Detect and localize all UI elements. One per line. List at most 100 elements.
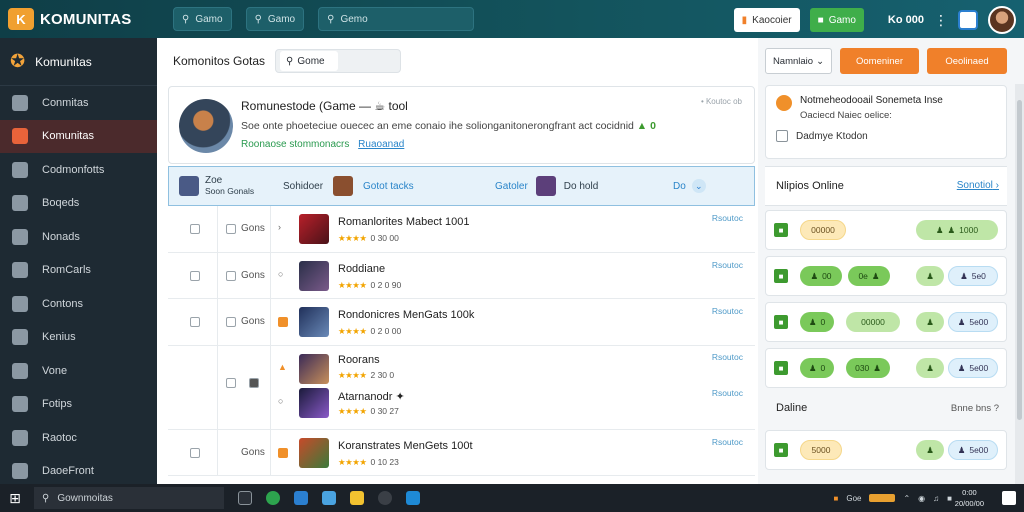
row-tag[interactable]: Rsoutoc [712,352,743,362]
play-button[interactable]: ■ Gamo [809,8,864,32]
app-icon-blue[interactable] [294,491,308,505]
notice-checkbox[interactable]: Dadmye Ktodon [776,130,868,142]
sidebar-item-romcarls[interactable]: RomCarls [0,254,157,288]
game-thumbnail[interactable] [299,307,329,337]
task-view-icon[interactable] [238,491,252,505]
sidebar-item-komunitas[interactable]: Komunitas [0,119,157,153]
app-icon-green[interactable] [266,491,280,505]
comment-button[interactable]: Oomeniner [840,48,919,74]
table-row[interactable]: Gons Rondonicres MenGats 100k ★★★★ 0 2 0 … [168,299,755,346]
row-tag[interactable]: Rsoutoc [712,260,743,270]
sidebar-item-kenius[interactable]: Kenius [0,321,157,355]
row-tag[interactable]: Rsoutoc [712,437,743,447]
sidebar-item-fotips[interactable]: Fotips [0,388,157,422]
sidebar-item-nonads[interactable]: Nonads [0,220,157,254]
game-thumbnail[interactable] [299,260,329,291]
scrollbar-thumb[interactable] [1017,100,1022,420]
game-title[interactable]: Romanlorites Mabect 1001 [338,216,469,228]
tab-game[interactable]: ⚲ Gome [280,51,339,71]
sidebar-item-boqeds[interactable]: Boqeds [0,187,157,221]
stat-pill[interactable]: 00000 [846,312,900,332]
stat-pill[interactable]: ♟ 5e0 [948,266,998,286]
column-header-1[interactable]: Zoe Soon Gonals [169,175,271,197]
windows-start-icon[interactable]: ⊞ [0,490,30,507]
folder-icon[interactable] [350,491,364,505]
stat-pill[interactable]: ♟ [916,266,944,286]
table-row[interactable]: Gons ○ Roddiane ★★★★ 0 2 0 90 Rsoutoc [168,252,755,299]
score-pill[interactable]: 5000 [800,440,842,460]
stat-pill[interactable]: ♟ [916,358,944,378]
row-tag[interactable]: Rsoutoc [712,388,743,398]
create-button[interactable]: ▮ Kaocoier [733,8,800,32]
row-option-checkbox[interactable] [226,270,236,281]
sidebar-brand[interactable]: ✪ Komunitas [0,38,157,86]
global-search-input[interactable]: ⚲ Gemo [318,7,475,31]
volume-icon[interactable]: ♫ [933,494,939,503]
more-menu-icon[interactable]: ⋮ [934,13,948,27]
game-thumbnail[interactable] [299,437,329,468]
player-row[interactable]: ■ 5000 ♟ ♟ 5e00 [765,430,1007,470]
stat-pill[interactable]: ♟ 5e00 [948,312,998,332]
player-row[interactable]: ■ ♟ 0 00000 ♟ ♟ 5e00 [765,302,1007,342]
topbar-button-2[interactable]: ⚲ Gamo [245,7,305,31]
chevron-down-icon[interactable]: ⌄ [691,179,706,193]
stat-pill[interactable]: ♟ 5e00 [948,358,998,378]
column-header-6[interactable]: Do ⌄ [665,179,706,193]
table-row[interactable]: ▲ Roorans ★★★★ 2 30 0 Rsoutoc ○ Atarnanod… [168,345,755,430]
group-link-members[interactable]: Roonaose stommonacrs [241,139,349,150]
row-checked-box[interactable] [249,377,259,388]
sidebar-item-conmitas[interactable]: Conmitas [0,86,157,120]
daline-link[interactable]: Bnne bns ? [951,403,999,414]
table-row[interactable]: Gons Koranstrates MenGets 100t ★★★★ 0 10 … [168,429,755,476]
taskbar-search[interactable]: ⚲ Gownmoitas [34,487,224,509]
row-option-checkbox[interactable] [226,317,236,327]
player-row[interactable]: ■ ♟ 0 030 ♟ ♟ ♟ 5e00 [765,348,1007,388]
stat-pill[interactable]: 030 ♟ [846,358,890,378]
player-row[interactable]: ■ 00000 ♟ ♟ 1000 [765,210,1007,250]
game-thumbnail[interactable] [299,353,329,384]
game-title[interactable]: Roorans [338,354,380,366]
group-link-read[interactable]: Ruaoanad [358,139,404,150]
game-title[interactable]: Roddiane [338,263,385,275]
score-pill[interactable]: 00000 [800,220,846,240]
app-logo[interactable]: K KOMUNITAS [0,8,165,30]
stat-pill[interactable]: ♟ [916,440,944,460]
window-icon[interactable] [958,10,978,30]
chevron-up-icon[interactable]: ⌃ [903,494,910,503]
game-title[interactable]: Koranstrates MenGets 100t [338,440,473,452]
user-avatar[interactable] [988,6,1016,34]
stat-pill[interactable]: ♟ [916,312,944,332]
system-clock[interactable]: 0:00 20/00/00 [955,487,984,509]
stat-pill[interactable]: ♟ 00 [800,266,842,286]
sidebar-item-daoefront[interactable]: DaoeFront [0,455,157,489]
row-tag[interactable]: Rsoutoc [712,213,743,223]
row-select-checkbox[interactable] [190,270,200,281]
table-row[interactable]: Gons › Romanlorites Mabect 1001 ★★★★ 0 30… [168,206,755,253]
download-button[interactable]: Oeolinaed [927,48,1007,74]
thumbs-up-icon[interactable]: ▲ [637,120,647,132]
game-title[interactable]: Rondonicres MenGats 100k [338,309,474,321]
stat-pill[interactable]: ♟ 0 [800,358,834,378]
game-thumbnail[interactable] [299,387,329,418]
game-title[interactable]: Atarnanodr ✦ [338,390,405,403]
notification-icon[interactable] [1002,491,1016,505]
stat-pill[interactable]: ♟ 5e00 [948,440,998,460]
stat-pill[interactable]: ♟ 0 [800,312,834,332]
game-thumbnail[interactable] [299,214,329,244]
app-icon-dark[interactable] [378,491,392,505]
row-option-checkbox[interactable] [226,224,236,234]
column-header-4[interactable]: Gatoler Do hold [495,176,665,196]
stat-pill[interactable]: 0e ♟ [848,266,890,286]
row-select-checkbox[interactable] [190,317,200,327]
tray-icon[interactable]: ■ [834,494,839,503]
group-avatar[interactable] [179,99,233,153]
row-tag[interactable]: Rsoutoc [712,306,743,316]
sidebar-item-codmonfotts[interactable]: Codmonfotts [0,153,157,187]
online-link[interactable]: Sonotiol › [957,180,999,191]
row-select-checkbox[interactable] [190,224,200,234]
column-header-2[interactable]: Sohidoer Gotot tacks [271,176,495,196]
sidebar-item-raotoc[interactable]: Raotoc [0,421,157,455]
topbar-button-1[interactable]: ⚲ Gamo [173,7,232,31]
tray-app-icon[interactable]: ■ [947,494,952,503]
player-row[interactable]: ■ ♟ 00 0e ♟ ♟ ♟ 5e0 [765,256,1007,296]
